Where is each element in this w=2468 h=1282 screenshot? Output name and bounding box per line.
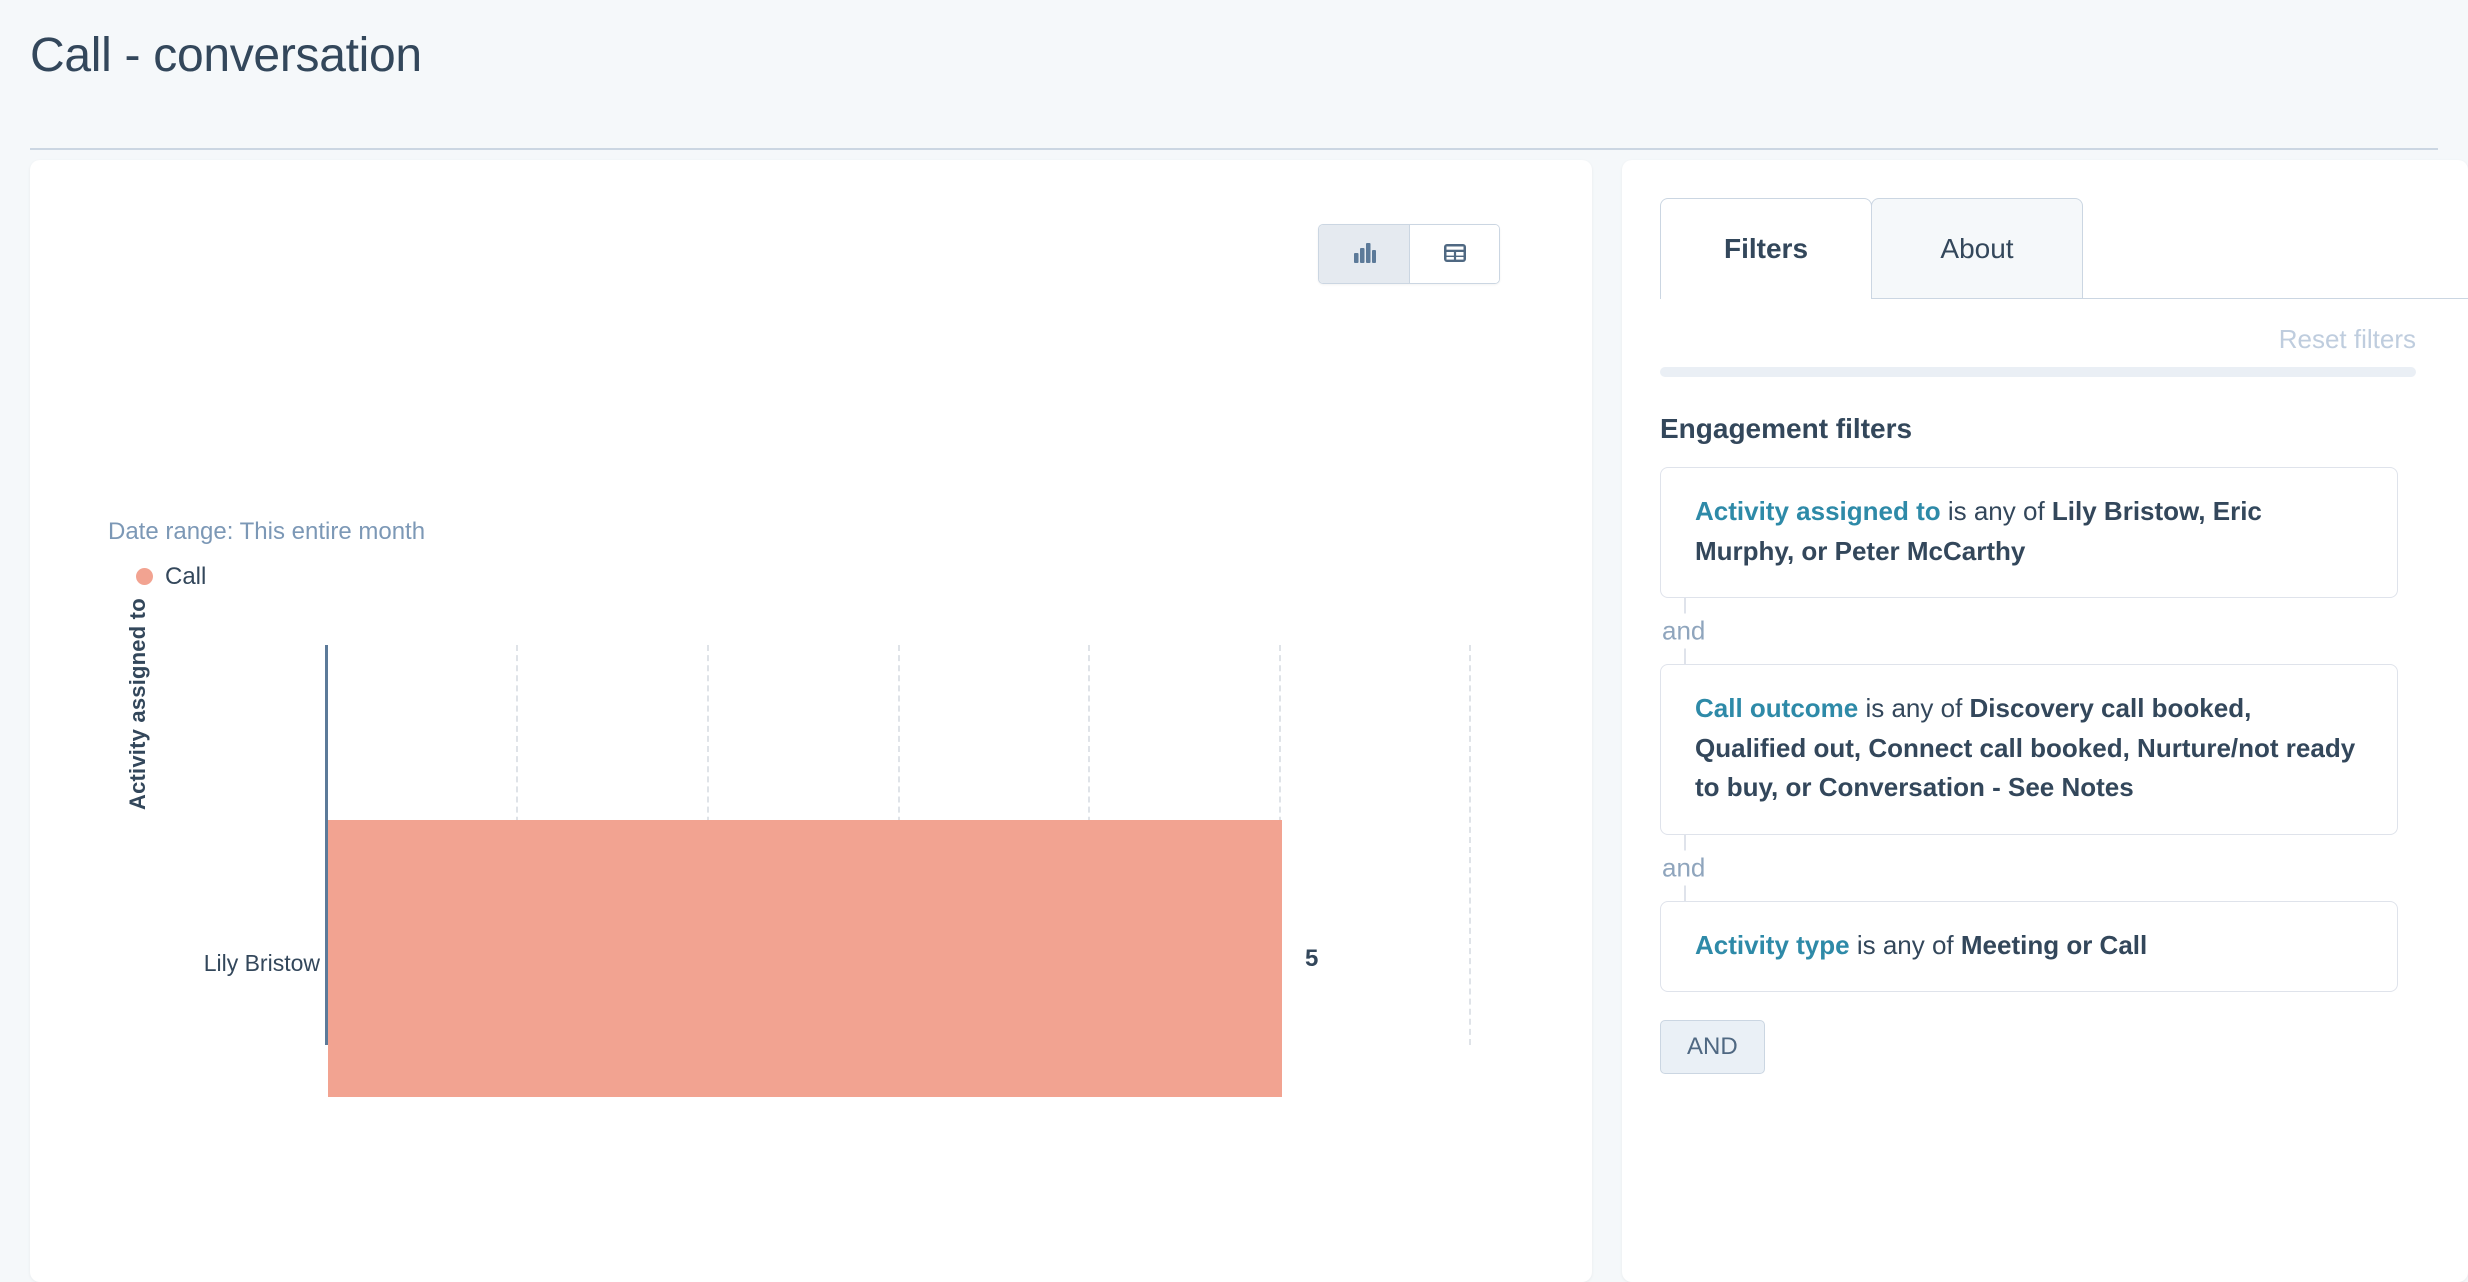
filter-operator: is any of (1858, 693, 1970, 724)
filter-card-call-outcome[interactable]: Call outcome is any of Discovery call bo… (1660, 664, 2398, 835)
connector-label: and (1660, 850, 1712, 886)
filter-list: Activity assigned to is any of Lily Bris… (1660, 467, 2468, 1075)
filter-text: Activity assigned to is any of Lily Bris… (1695, 492, 2363, 571)
bar-value-label: 5 (1305, 945, 1319, 972)
y-axis-title: Activity assigned to (125, 598, 150, 810)
filter-property: Activity type (1695, 929, 1850, 960)
table-icon (1442, 240, 1468, 269)
connector-label: and (1660, 613, 1712, 649)
date-range-label: Date range: This entire month (108, 518, 426, 545)
panel-scrollbar[interactable] (1660, 367, 2416, 377)
page-header: Call - conversation (0, 0, 2468, 160)
chart-view-toggle[interactable] (1318, 224, 1500, 284)
bar-chart-icon (1351, 240, 1377, 269)
table-view-button[interactable] (1409, 225, 1499, 283)
filter-card-activity-assigned-to[interactable]: Activity assigned to is any of Lily Bris… (1660, 467, 2398, 599)
filter-property: Call outcome (1695, 693, 1859, 724)
tab-filters-label: Filters (1723, 232, 1809, 264)
legend-item-label: Call (165, 562, 207, 590)
bar-lily-bristow[interactable] (328, 820, 1282, 1097)
main-content: Date range: This entire month Call Activ… (0, 160, 2468, 1282)
filter-connector-2: and (1660, 834, 2398, 901)
filter-connector-1: and (1660, 598, 2398, 665)
y-axis-category-label: Lily Bristow (203, 950, 320, 976)
filter-operator: is any of (1849, 929, 1961, 960)
reset-filters-link[interactable]: Reset filters (2279, 324, 2416, 354)
filter-card-activity-type[interactable]: Activity type is any of Meeting or Call (1660, 900, 2398, 993)
engagement-filters-title: Engagement filters (1660, 413, 1913, 444)
filter-property: Activity assigned to (1695, 496, 1941, 526)
tab-about[interactable]: About (1871, 198, 2083, 298)
chart-panel: Date range: This entire month Call Activ… (30, 160, 1592, 1282)
bar-chart-view-button[interactable] (1319, 225, 1409, 283)
filter-operator: is any of (1940, 496, 2052, 526)
header-divider (30, 148, 2438, 150)
tab-filters[interactable]: Filters (1660, 198, 1872, 299)
reset-filters-row: Reset filters (1660, 324, 2468, 355)
panel-tabs: Filters About (1660, 198, 2468, 299)
tab-about-label: About (1940, 232, 2014, 264)
filter-text: Call outcome is any of Discovery call bo… (1695, 689, 2363, 808)
filter-value: Meeting or Call (1960, 929, 2148, 960)
filter-text: Activity type is any of Meeting or Call (1695, 926, 2363, 966)
legend-color-dot (136, 568, 153, 586)
plot-area: 5 (325, 645, 1471, 1097)
filters-panel: Filters About Reset filters Engagement f… (1622, 160, 2468, 1282)
add-and-filter-button[interactable]: AND (1660, 1020, 1765, 1075)
page-title: Call - conversation (30, 29, 422, 82)
gridline-6 (1469, 645, 1471, 1045)
chart-legend[interactable]: Call (108, 563, 425, 591)
chart-meta: Date range: This entire month Call (108, 518, 425, 591)
